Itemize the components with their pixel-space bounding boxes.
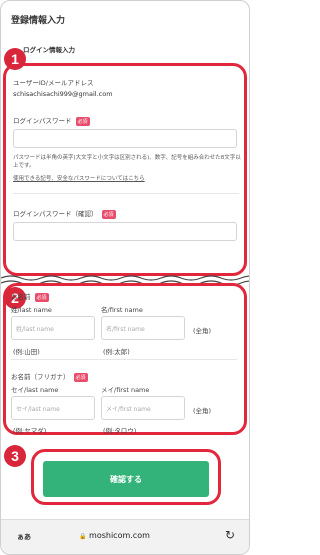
divider <box>11 359 237 360</box>
required-badge: 必須 <box>101 209 116 219</box>
kana-label: お名前（フリガナ） 必須 <box>11 371 88 382</box>
kana-first-example: (例:タロウ) <box>103 427 137 435</box>
first-name-example: (例:太郎) <box>103 348 130 356</box>
kana-last-input[interactable]: セイ/last name <box>11 396 95 420</box>
kana-first-input[interactable]: メイ/first name <box>101 396 185 420</box>
last-name-label: 姓/last name <box>11 306 52 314</box>
kana-last-label: セイ/last name <box>11 386 59 394</box>
user-id-value: schisachisachi999@gmail.com <box>13 90 113 98</box>
kana-label-text: お名前（フリガナ） <box>11 373 70 381</box>
password-note: パスワードは半角の英字(大文字と小文字は区別される)、数字、記号を組み合わせた8… <box>13 155 241 169</box>
kana-last-example: (例:ヤマダ) <box>13 427 47 435</box>
url-text[interactable]: 🔒 moshicom.com <box>79 531 150 540</box>
name-label: お名前 必須 <box>11 291 49 302</box>
required-badge: 必須 <box>73 372 88 382</box>
confirm-button[interactable]: 確認する <box>43 461 209 497</box>
browser-address-bar[interactable]: ぁあ 🔒 moshicom.com ↻ <box>1 519 249 554</box>
reload-icon[interactable]: ↻ <box>225 528 235 542</box>
last-name-example: (例:山田) <box>13 348 40 356</box>
section-title: ログイン情報入力 <box>23 46 75 54</box>
kana-width-note: (全角) <box>193 407 212 415</box>
password-help-link[interactable]: 使用できる記号、安全なパスワードについてはこちら <box>13 175 241 183</box>
kana-first-label: メイ/first name <box>101 386 150 394</box>
marker-1: 1 <box>4 48 26 70</box>
phone-screen: 登録情報入力 ログイン情報入力 1 ユーザーID/メールアドレス schisac… <box>0 0 250 555</box>
url-domain: moshicom.com <box>89 531 150 540</box>
divider <box>13 193 239 194</box>
first-name-label: 名/first name <box>101 306 143 314</box>
text-size-button[interactable]: ぁあ <box>17 532 31 542</box>
password-confirm-label: ログインパスワード（確認） 必須 <box>13 208 116 219</box>
marker-3: 3 <box>4 445 26 467</box>
first-name-input[interactable]: 名/first name <box>101 316 185 340</box>
name-label-text: お名前 <box>11 293 31 301</box>
password-confirm-label-text: ログインパスワード（確認） <box>13 210 98 218</box>
password-label: ログインパスワード 必須 <box>13 115 90 126</box>
width-note: (全角) <box>193 327 212 335</box>
password-input[interactable] <box>13 129 237 148</box>
required-badge: 必須 <box>75 116 90 126</box>
password-label-text: ログインパスワード <box>13 117 72 125</box>
required-badge: 必須 <box>34 292 49 302</box>
password-confirm-input[interactable] <box>13 222 237 241</box>
user-id-label: ユーザーID/メールアドレス <box>13 79 94 87</box>
last-name-input[interactable]: 姓/last name <box>11 316 95 340</box>
page-title: 登録情報入力 <box>11 16 66 26</box>
lock-icon: 🔒 <box>79 533 87 540</box>
